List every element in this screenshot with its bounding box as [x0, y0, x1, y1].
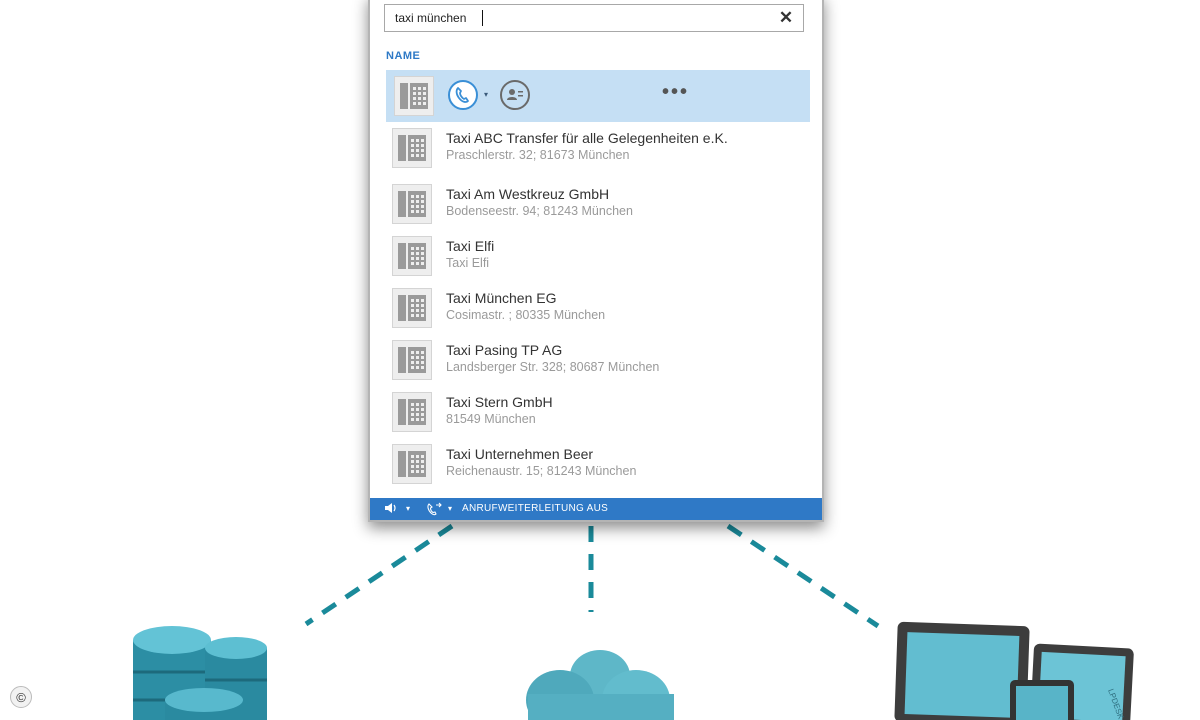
clear-search-button[interactable]: ✕	[777, 8, 795, 28]
call-forwarding-chevron-down-icon[interactable]: ▾	[448, 504, 452, 513]
desk-phone-icon	[392, 444, 432, 484]
contact-address: Taxi Elfi	[446, 256, 490, 270]
desk-phone-icon	[392, 392, 432, 432]
contact-address: 81549 München	[446, 412, 536, 426]
contact-address: Landsberger Str. 328; 80687 München	[446, 360, 660, 374]
contact-name: Taxi Unternehmen Beer	[446, 446, 594, 462]
search-input[interactable]: taxi münchen ✕	[384, 4, 804, 32]
contact-list-item[interactable]: Taxi Stern GmbH 81549 München	[392, 390, 812, 434]
contact-address: Cosimastr. ; 80335 München	[446, 308, 606, 322]
contact-list-item[interactable]: Taxi Am Westkreuz GmbH Bodenseestr. 94; …	[392, 182, 812, 226]
desk-phone-icon	[392, 184, 432, 224]
connector-left	[304, 523, 454, 627]
call-button[interactable]	[448, 80, 478, 110]
contact-name: Taxi ABC Transfer für alle Gelegenheiten…	[446, 130, 728, 146]
database-icon	[133, 626, 267, 720]
contact-name: Taxi Am Westkreuz GmbH	[446, 186, 610, 202]
contact-address: Reichenaustr. 15; 81243 München	[446, 464, 637, 478]
contact-address: Bodenseestr. 94; 81243 München	[446, 204, 633, 218]
connector-right	[726, 523, 880, 629]
contact-list-item[interactable]: Taxi Elfi Taxi Elfi	[392, 234, 812, 278]
phone-handset-icon	[455, 87, 469, 103]
copyright-badge: ©	[10, 686, 32, 708]
selected-contact-row[interactable]: ▾ •••	[386, 70, 810, 122]
search-input-value: taxi münchen	[395, 11, 467, 25]
call-forwarding-icon	[427, 502, 442, 516]
contact-search-window: taxi münchen ✕ NAME ▾ ••• Taxi ABC Trans…	[368, 0, 824, 522]
contact-card-button[interactable]	[500, 80, 530, 110]
call-forwarding-button[interactable]	[426, 502, 442, 519]
contact-list-item[interactable]: Taxi Unternehmen Beer Reichenaustr. 15; …	[392, 442, 812, 486]
tablet-devices-icon: LPDESK	[894, 621, 1134, 720]
contact-name: Taxi Elfi	[446, 238, 495, 254]
contact-list-item[interactable]: Taxi München EG Cosimastr. ; 80335 Münch…	[392, 286, 812, 330]
audio-device-button[interactable]	[384, 502, 400, 517]
status-bar: ▾ ▾ ANRUFWEITERLEITUNG AUS	[370, 498, 822, 520]
contact-name: Taxi Pasing TP AG	[446, 342, 563, 358]
desk-phone-icon	[392, 128, 432, 168]
more-options-button[interactable]: •••	[662, 82, 689, 102]
call-options-chevron-down-icon[interactable]: ▾	[484, 90, 488, 99]
cloud-icon	[526, 650, 674, 720]
desk-phone-icon	[392, 288, 432, 328]
call-forwarding-status[interactable]: ANRUFWEITERLEITUNG AUS	[462, 503, 608, 514]
connector-lines	[304, 523, 880, 629]
contact-address: Praschlerstr. 32; 81673 München	[446, 148, 630, 162]
contact-name: Taxi München EG	[446, 290, 557, 306]
audio-device-chevron-down-icon[interactable]: ▾	[406, 504, 410, 513]
text-caret	[482, 10, 483, 26]
desk-phone-icon	[394, 76, 434, 116]
contact-list-item[interactable]: Taxi ABC Transfer für alle Gelegenheiten…	[392, 126, 812, 170]
contact-card-icon	[507, 89, 523, 100]
desk-phone-icon	[392, 236, 432, 276]
speaker-icon	[385, 503, 396, 513]
contact-name: Taxi Stern GmbH	[446, 394, 553, 410]
contact-list-item[interactable]: Taxi Pasing TP AG Landsberger Str. 328; …	[392, 338, 812, 382]
desk-phone-icon	[392, 340, 432, 380]
section-label-name: NAME	[386, 50, 421, 62]
